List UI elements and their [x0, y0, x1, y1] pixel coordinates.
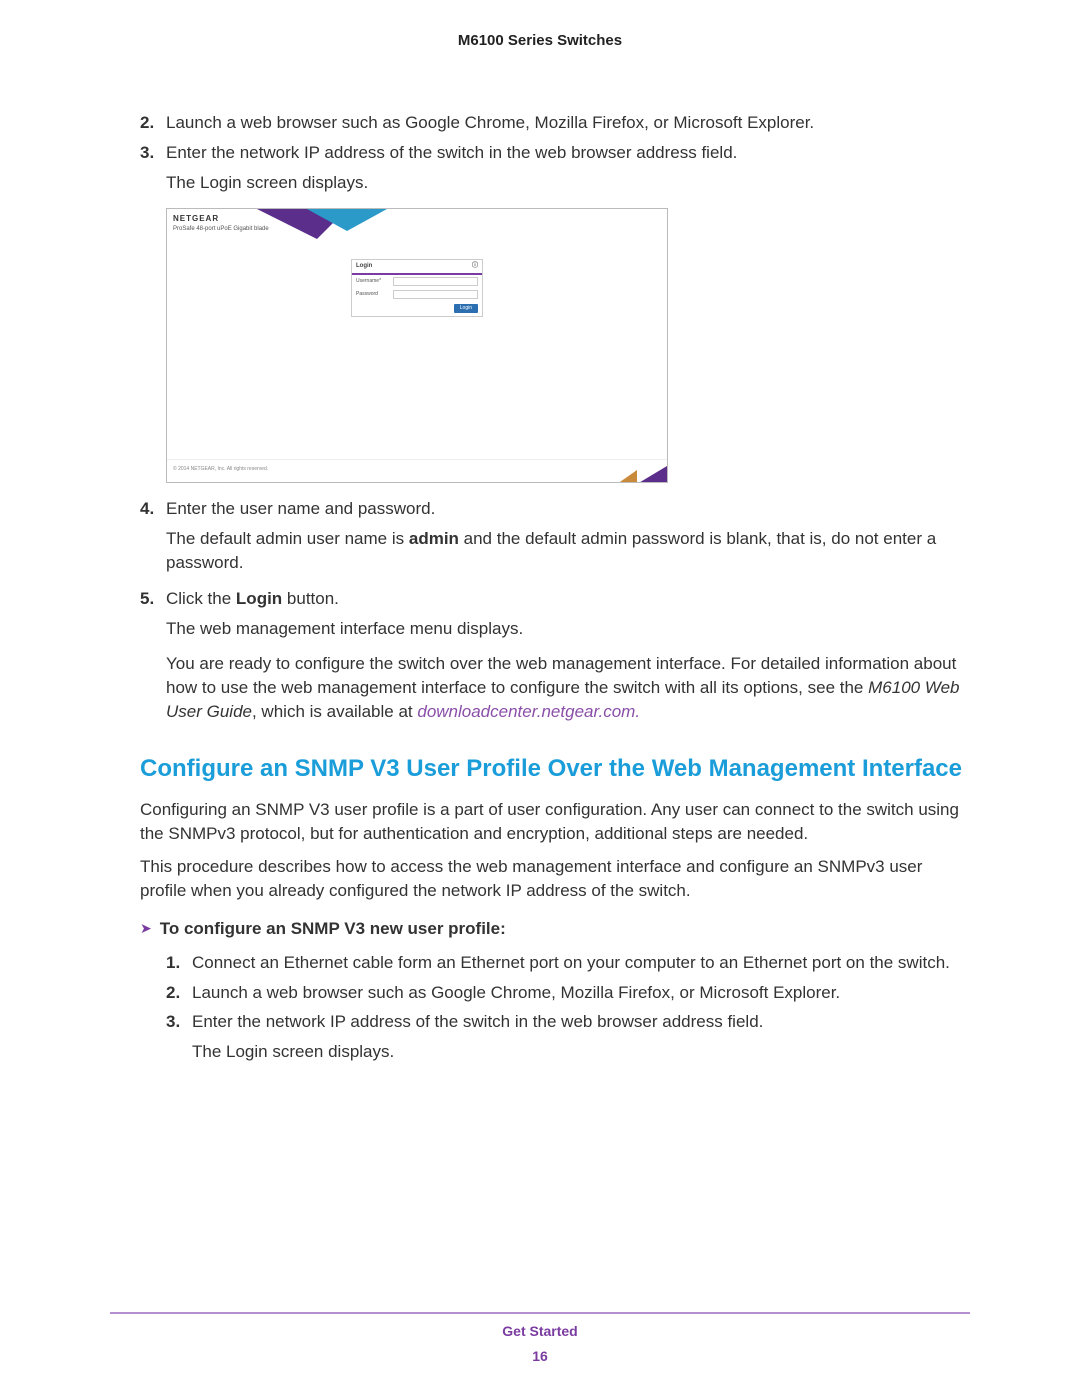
decorative-triangle — [637, 460, 667, 482]
step4-detail: The default admin user name is admin and… — [166, 527, 970, 575]
login-footer: © 2014 NETGEAR, Inc. All rights reserved… — [167, 459, 667, 482]
list-item: 3. Enter the network IP address of the s… — [166, 1010, 970, 1034]
text: button. — [282, 589, 339, 608]
decorative-triangle — [617, 470, 637, 482]
text: . — [635, 702, 640, 721]
login-displays-text: The Login screen displays. — [166, 171, 970, 195]
step-text: Enter the network IP address of the swit… — [192, 1010, 970, 1034]
ordered-steps-top: 2. Launch a web browser such as Google C… — [140, 111, 970, 165]
login-displays-text-2: The Login screen displays. — [192, 1040, 970, 1064]
section-heading: Configure an SNMP V3 User Profile Over t… — [140, 754, 970, 784]
list-item: 3. Enter the network IP address of the s… — [140, 141, 970, 165]
list-item: 2. Launch a web browser such as Google C… — [140, 111, 970, 135]
link-text[interactable]: downloadcenter.netgear.com — [417, 702, 635, 721]
step-number: 2. — [166, 981, 192, 1005]
page-header: M6100 Series Switches — [110, 30, 970, 51]
bold-text: Login — [236, 589, 282, 608]
chevron-icon: ➤ — [140, 919, 152, 939]
product-subtitle: ProSafe 48-port uPoE Gigabit blade — [173, 225, 269, 233]
task-heading: ➤ To configure an SNMP V3 new user profi… — [140, 917, 970, 941]
bold-text: admin — [409, 529, 459, 548]
step-number: 3. — [140, 141, 166, 165]
step-number: 2. — [140, 111, 166, 135]
step-text: Connect an Ethernet cable form an Ethern… — [192, 951, 970, 975]
text: The default admin user name is — [166, 529, 409, 548]
login-body: Login ⓘ Username* Password Login — [167, 245, 667, 459]
login-header-bar: NETGEAR ProSafe 48-port uPoE Gigabit bla… — [167, 209, 667, 245]
list-item: 1. Connect an Ethernet cable form an Eth… — [166, 951, 970, 975]
page-content: 2. Launch a web browser such as Google C… — [110, 111, 970, 1064]
step-number: 5. — [140, 587, 166, 611]
step-number: 4. — [140, 497, 166, 521]
list-item: 2. Launch a web browser such as Google C… — [166, 981, 970, 1005]
step-text: Launch a web browser such as Google Chro… — [166, 111, 970, 135]
password-row: Password — [352, 288, 482, 301]
login-screenshot: NETGEAR ProSafe 48-port uPoE Gigabit bla… — [166, 208, 668, 483]
section-paragraph-1: Configuring an SNMP V3 user profile is a… — [140, 798, 970, 846]
list-item: 4. Enter the user name and password. — [140, 497, 970, 521]
text: , which is available at — [252, 702, 417, 721]
step5-result: The web management interface menu displa… — [166, 617, 970, 641]
step5-ready: You are ready to configure the switch ov… — [166, 652, 970, 723]
password-field — [393, 290, 478, 299]
footer-section: Get Started — [110, 1322, 970, 1342]
page-footer: Get Started 16 — [110, 1312, 970, 1367]
copyright-text: © 2014 NETGEAR, Inc. All rights reserved… — [173, 466, 268, 473]
ordered-steps-mid: 4. Enter the user name and password. — [140, 497, 970, 521]
ordered-steps-5: 5. Click the Login button. — [140, 587, 970, 611]
text: You are ready to configure the switch ov… — [166, 654, 956, 697]
login-card: Login ⓘ Username* Password Login — [351, 259, 483, 316]
ordered-steps-bottom: 1. Connect an Ethernet cable form an Eth… — [166, 951, 970, 1034]
login-card-title: Login — [356, 262, 372, 270]
help-icon: ⓘ — [472, 262, 478, 270]
username-label: Username* — [356, 278, 390, 285]
step-text: Launch a web browser such as Google Chro… — [192, 981, 970, 1005]
task-title: To configure an SNMP V3 new user profile… — [160, 917, 506, 941]
list-item: 5. Click the Login button. — [140, 587, 970, 611]
text: Click the — [166, 589, 236, 608]
login-card-header: Login ⓘ — [352, 260, 482, 274]
login-button: Login — [454, 304, 478, 313]
step-number: 3. — [166, 1010, 192, 1034]
decorative-triangle — [307, 209, 387, 231]
step-number: 1. — [166, 951, 192, 975]
login-button-row: Login — [352, 301, 482, 316]
step-text: Enter the user name and password. — [166, 497, 970, 521]
step-text: Click the Login button. — [166, 587, 970, 611]
brand-logo: NETGEAR — [173, 213, 219, 224]
username-row: Username* — [352, 275, 482, 288]
document-page: M6100 Series Switches 2. Launch a web br… — [0, 0, 1080, 1397]
footer-page-number: 16 — [110, 1347, 970, 1367]
username-field — [393, 277, 478, 286]
header-title: M6100 Series Switches — [458, 32, 622, 49]
password-label: Password — [356, 291, 390, 298]
step-text: Enter the network IP address of the swit… — [166, 141, 970, 165]
section-paragraph-2: This procedure describes how to access t… — [140, 855, 970, 903]
